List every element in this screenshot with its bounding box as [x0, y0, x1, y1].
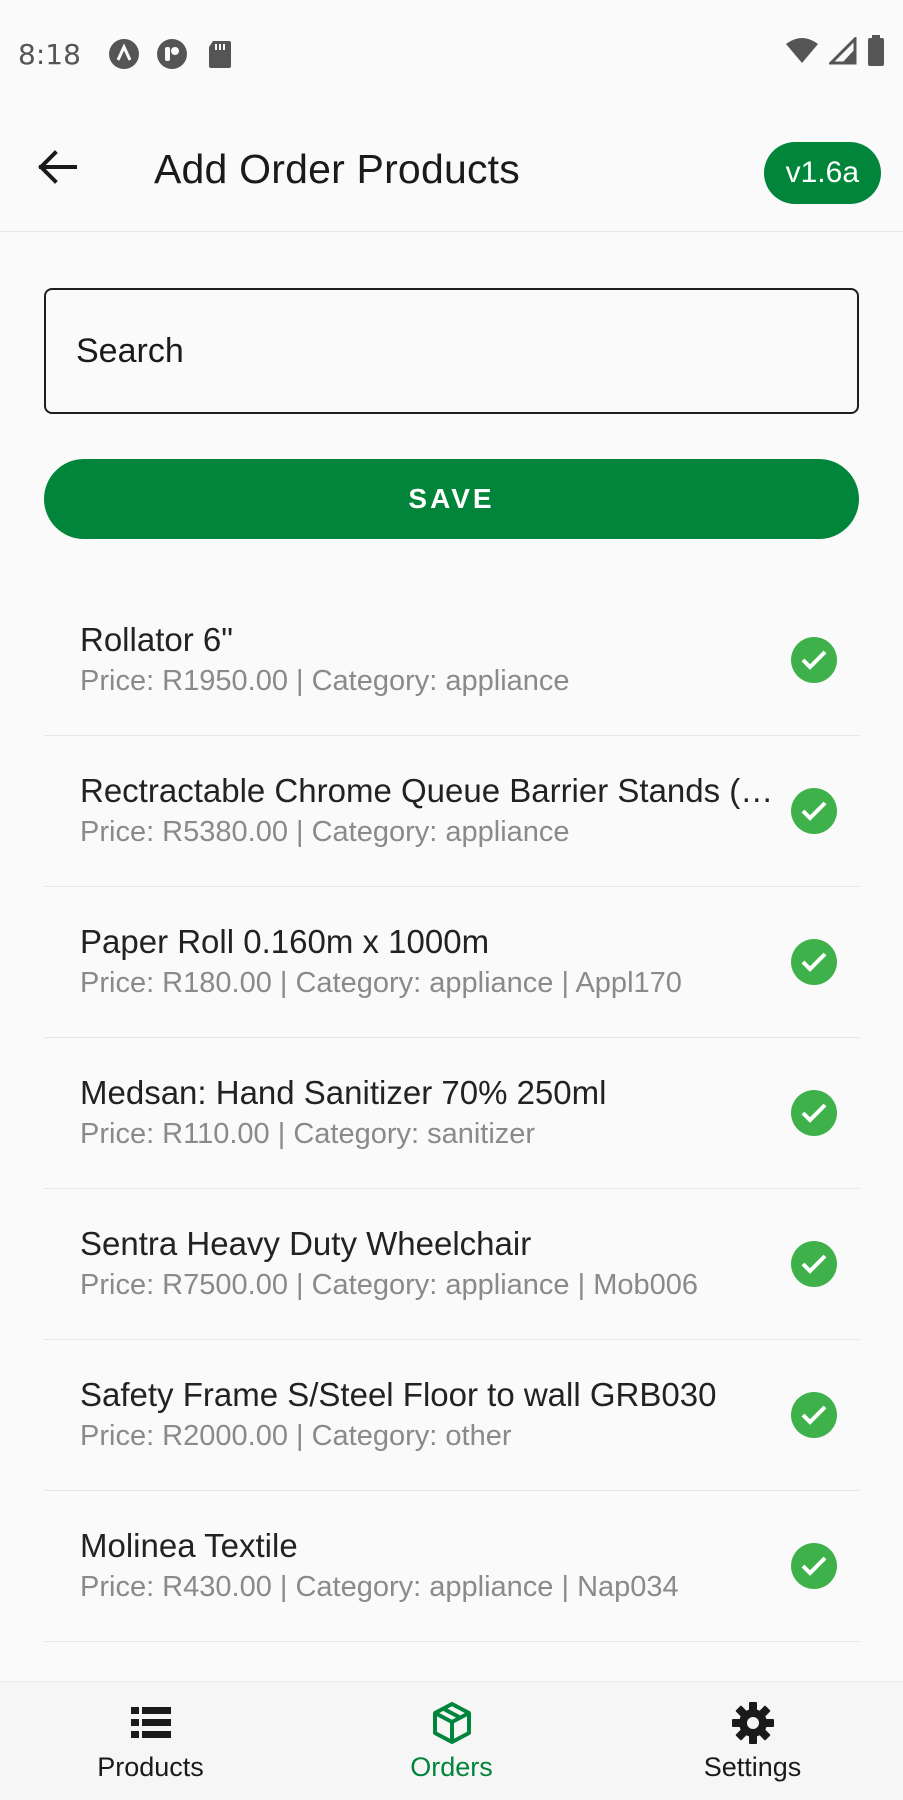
app-bar: Add Order Products v1.6a	[0, 108, 903, 232]
product-details: Price: R7500.00 | Category: appliance | …	[80, 1269, 698, 1301]
list-item[interactable]: Rectractable Chrome Queue Barrier Stands…	[44, 736, 859, 887]
check-circle-icon[interactable]	[791, 1241, 837, 1287]
product-details: Price: R5380.00 | Category: appliance	[80, 816, 570, 848]
list-item[interactable]: Rollator 6" Price: R1950.00 | Category: …	[44, 585, 859, 736]
check-circle-icon[interactable]	[791, 1090, 837, 1136]
nav-label-orders: Orders	[410, 1751, 493, 1782]
wifi-icon	[785, 37, 819, 72]
check-circle-icon[interactable]	[791, 1392, 837, 1438]
search-input[interactable]	[76, 331, 857, 371]
status-time: 8:18	[18, 37, 81, 71]
product-details: Price: R110.00 | Category: sanitizer	[80, 1118, 536, 1150]
gear-icon	[731, 1700, 775, 1746]
product-name: Rollator 6"	[80, 621, 233, 658]
product-details: Price: R2000.00 | Category: other	[80, 1420, 512, 1452]
check-circle-icon[interactable]	[791, 788, 837, 834]
sd-card-icon	[203, 37, 237, 71]
product-name: Safety Frame S/Steel Floor to wall GRB03…	[80, 1376, 717, 1413]
battery-icon	[867, 34, 885, 74]
nav-item-settings[interactable]: Settings	[602, 1682, 903, 1800]
box-icon	[431, 1700, 473, 1746]
list-item[interactable]: Medsan: Hand Sanitizer 70% 250ml Price: …	[44, 1038, 859, 1189]
product-details: Price: R430.00 | Category: appliance | N…	[80, 1571, 679, 1603]
nav-label-settings: Settings	[703, 1751, 802, 1782]
list-item[interactable]: Paper Roll 0.160m x 1000m Price: R180.00…	[44, 887, 859, 1038]
nav-item-orders[interactable]: Orders	[301, 1682, 602, 1800]
check-circle-icon[interactable]	[791, 637, 837, 683]
product-details: Price: R180.00 | Category: appliance | A…	[80, 967, 682, 999]
page-title: Add Order Products	[154, 146, 520, 192]
product-name: Sentra Heavy Duty Wheelchair	[80, 1225, 532, 1262]
product-list: Rollator 6" Price: R1950.00 | Category: …	[44, 585, 859, 1642]
list-item[interactable]: Molinea Textile Price: R430.00 | Categor…	[44, 1491, 859, 1642]
product-name: Rectractable Chrome Queue Barrier Stands…	[80, 772, 774, 809]
list-icon	[130, 1700, 171, 1746]
save-button[interactable]: SAVE	[44, 459, 859, 539]
version-badge: v1.6a	[763, 142, 881, 204]
search-field[interactable]	[44, 288, 859, 414]
list-item[interactable]: Sentra Heavy Duty Wheelchair Price: R750…	[44, 1189, 859, 1340]
product-name: Medsan: Hand Sanitizer 70% 250ml	[80, 1074, 607, 1111]
check-circle-icon[interactable]	[791, 1543, 837, 1589]
product-name: Molinea Textile	[80, 1527, 298, 1564]
notification-icon	[155, 37, 189, 71]
check-circle-icon[interactable]	[791, 939, 837, 985]
product-details: Price: R1950.00 | Category: appliance	[80, 665, 570, 697]
arrow-left-icon	[37, 150, 77, 189]
nav-label-products: Products	[97, 1751, 204, 1782]
product-name: Paper Roll 0.160m x 1000m	[80, 923, 490, 960]
list-item[interactable]: Safety Frame S/Steel Floor to wall GRB03…	[44, 1340, 859, 1491]
a-badge-icon	[107, 37, 141, 71]
status-bar: 8:18	[0, 0, 903, 108]
bottom-nav: Products Orders Settings	[0, 1681, 903, 1800]
nav-item-products[interactable]: Products	[0, 1682, 301, 1800]
signal-icon	[827, 34, 857, 72]
back-button[interactable]	[22, 135, 92, 205]
